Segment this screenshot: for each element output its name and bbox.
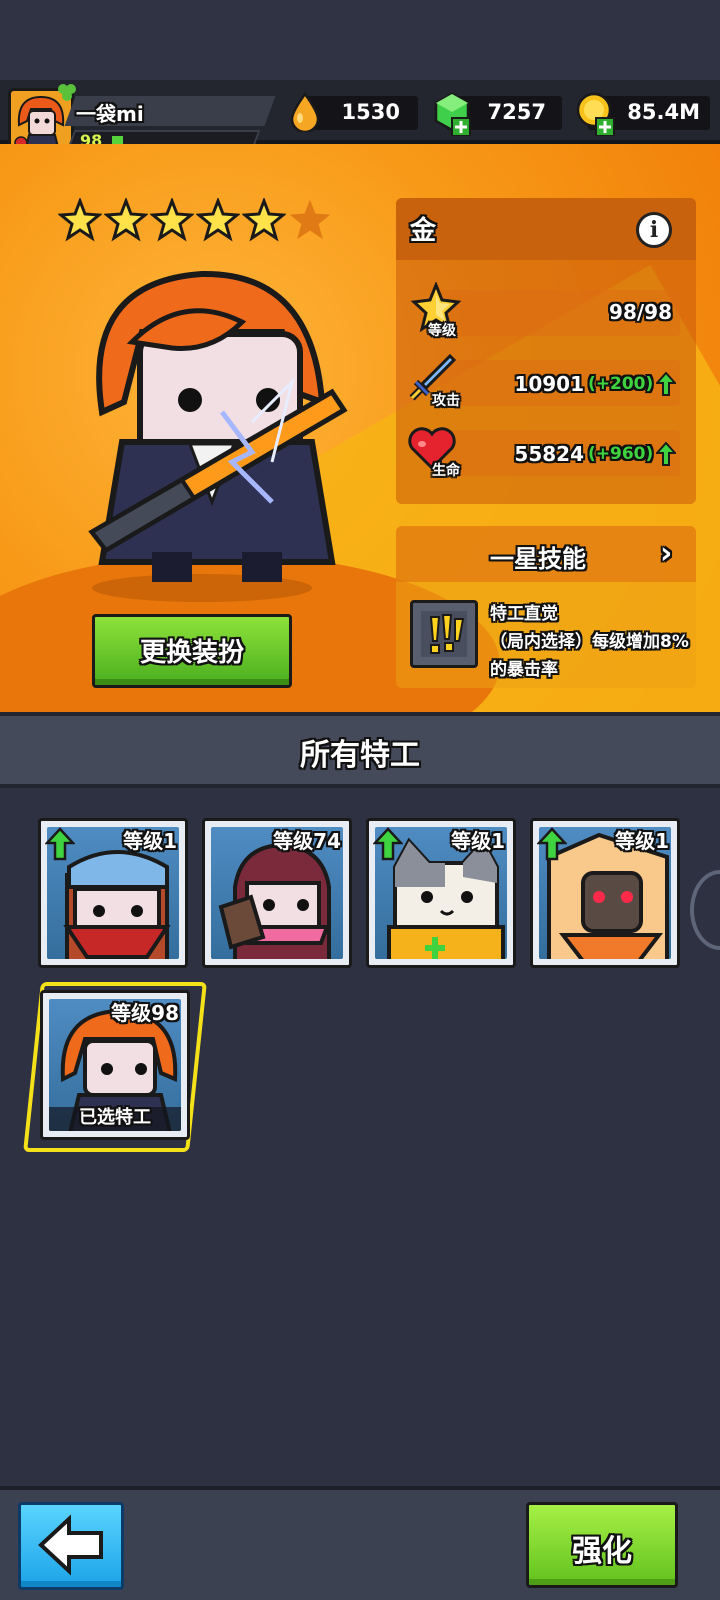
player-name[interactable]: 一袋mi xyxy=(76,98,144,127)
oil-drop-icon xyxy=(288,91,322,136)
agent-level: 等级1 xyxy=(615,829,669,853)
stat-hp-value: 55824 xyxy=(514,442,584,466)
stat-attack-bonus: (+200) xyxy=(588,374,654,394)
upgrade-arrow-icon xyxy=(372,827,404,861)
agent-level: 等级74 xyxy=(273,829,341,853)
skill-description: 特工直觉 （局内选择）每级增加8%的暴击率 xyxy=(490,600,690,684)
stat-hp-label: 生命 xyxy=(432,463,460,479)
back-button[interactable] xyxy=(18,1502,124,1590)
upgrade-label: 强化 xyxy=(572,1534,632,1569)
status-strip xyxy=(0,0,720,80)
skill-title: 一星技能 xyxy=(490,545,586,573)
stat-hp-bonus: (+960) xyxy=(588,444,654,464)
selected-agent-label: 已选特工 xyxy=(79,1107,151,1128)
arrow-left-icon xyxy=(38,1514,103,1576)
stat-attack-label: 攻击 xyxy=(432,393,460,409)
stat-level-label: 等级 xyxy=(428,323,456,339)
rank-name: 金 xyxy=(410,216,437,246)
upgrade-arrow-icon xyxy=(44,827,76,861)
star-filled-icon xyxy=(195,196,241,242)
gem-value: 7257 xyxy=(487,100,546,124)
change-outfit-label: 更换装扮 xyxy=(139,638,244,668)
agent-level: 等级1 xyxy=(451,829,505,853)
section-title: 所有特工 xyxy=(300,738,420,773)
stat-attack-value: 10901 xyxy=(514,372,584,396)
star-filled-icon xyxy=(103,196,149,242)
hp-up-arrow-icon xyxy=(654,441,678,466)
star-filled-icon xyxy=(241,196,287,242)
agent-level: 等级98 xyxy=(111,1001,179,1025)
skill-icon xyxy=(410,600,478,668)
agent-level: 等级1 xyxy=(123,829,177,853)
star-filled-icon xyxy=(57,196,103,242)
green-gem-icon xyxy=(432,92,472,140)
star-empty-icon xyxy=(288,198,332,242)
agent-card-robot[interactable]: 等级1 xyxy=(530,818,680,968)
info-icon[interactable]: i xyxy=(636,212,672,248)
hero-character-image xyxy=(62,262,362,606)
attack-up-arrow-icon xyxy=(654,371,678,396)
star-filled-icon xyxy=(149,196,195,242)
agent-card-cat[interactable]: 等级1 xyxy=(366,818,516,968)
oil-value: 1530 xyxy=(341,100,400,124)
agent-card-selected[interactable]: 等级98 已选特工 xyxy=(40,990,190,1140)
skill-name: 特工直觉 xyxy=(490,604,558,624)
stat-level-value: 98/98 xyxy=(609,300,672,324)
scroll-indicator xyxy=(690,870,720,950)
chevron-right-icon[interactable]: › xyxy=(660,536,672,571)
skill-desc-text: （局内选择）每级增加8%的暴击率 xyxy=(490,632,689,680)
upgrade-arrow-icon xyxy=(536,827,568,861)
agent-card-ninja[interactable]: 等级74 xyxy=(202,818,352,968)
agent-card-goggles[interactable]: 等级1 xyxy=(38,818,188,968)
gold-value: 85.4M xyxy=(627,100,700,124)
